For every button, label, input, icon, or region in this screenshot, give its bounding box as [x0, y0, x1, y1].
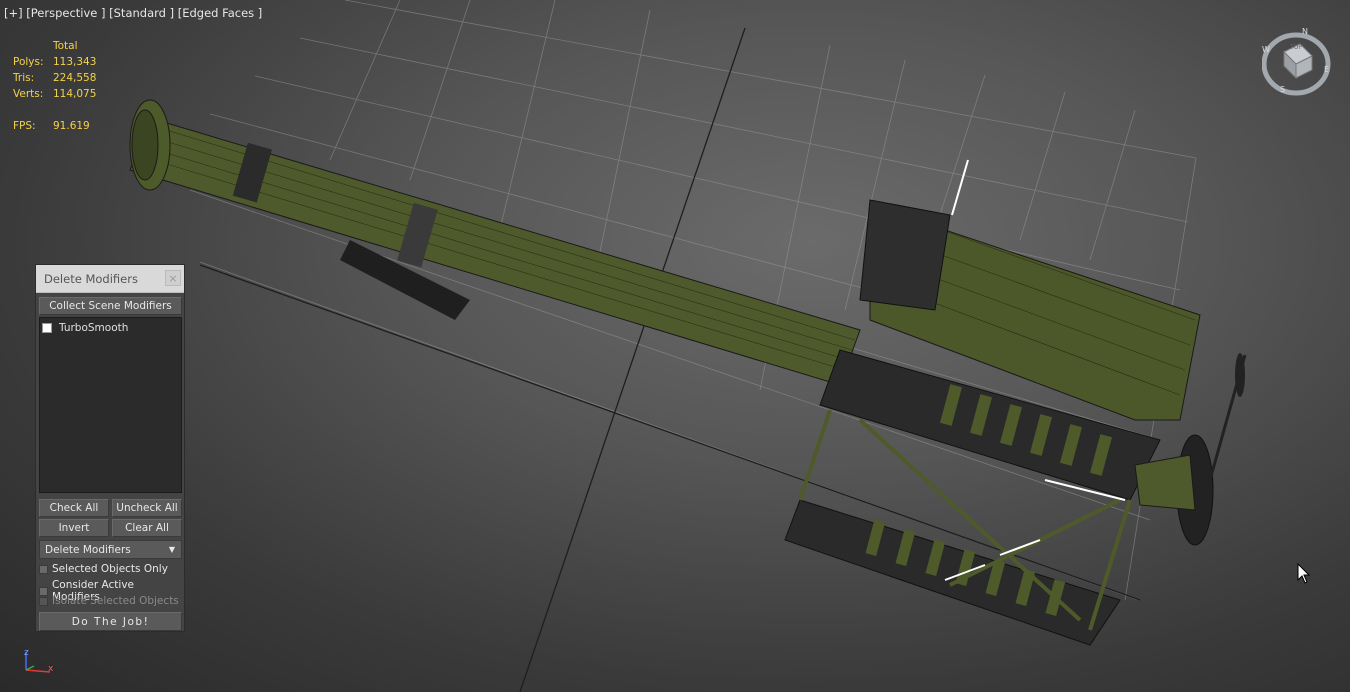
- delete-modifiers-dialog: Delete Modifiers × Collect Scene Modifie…: [35, 264, 185, 632]
- stats-row-fps: FPS: 91.619: [13, 118, 96, 134]
- axis-tripod-icon: z x: [20, 646, 60, 678]
- chevron-down-icon: ▼: [168, 545, 175, 554]
- fps-value: 91.619: [53, 120, 90, 132]
- stats-value: 114,075: [53, 88, 97, 100]
- viewcube-east[interactable]: E: [1324, 65, 1329, 74]
- isolate-selected-objects-checkbox: Isolate Selected Objects: [39, 595, 179, 607]
- checkbox-box: [39, 596, 48, 606]
- viewcube-west[interactable]: W: [1262, 45, 1270, 54]
- selected-objects-only-checkbox[interactable]: Selected Objects Only: [39, 563, 168, 575]
- stats-value: 224,558: [53, 72, 97, 84]
- stats-label: Tris:: [13, 72, 35, 84]
- checkbox-label: Selected Objects Only: [52, 563, 168, 575]
- uncheck-all-button[interactable]: Uncheck All: [112, 499, 182, 517]
- viewcube-south[interactable]: S: [1280, 85, 1285, 94]
- check-all-button[interactable]: Check All: [39, 499, 109, 517]
- stats-row-polys: Polys: 113,343: [13, 54, 96, 70]
- fps-label: FPS:: [13, 120, 36, 132]
- axis-x-label: x: [48, 664, 54, 674]
- mode-select[interactable]: Delete Modifiers ▼: [39, 540, 182, 559]
- axis-z-label: z: [24, 648, 29, 658]
- dialog-titlebar[interactable]: Delete Modifiers ×: [36, 265, 184, 293]
- stats-row-verts: Verts: 114,075: [13, 86, 96, 102]
- modifier-list[interactable]: TurboSmooth: [39, 317, 182, 493]
- checkbox-box[interactable]: [39, 564, 48, 574]
- viewport-scene: [129, 0, 1247, 692]
- viewcube-top-label[interactable]: TOP: [1290, 44, 1302, 51]
- viewcube-north[interactable]: N: [1302, 27, 1308, 36]
- statistics-overlay: Total Polys: 113,343 Tris: 224,558 Verts…: [13, 38, 96, 134]
- perspective-viewport[interactable]: [+] [Perspective ] [Standard ] [Edged Fa…: [0, 0, 1350, 692]
- list-item-checkbox[interactable]: [42, 322, 52, 333]
- stats-label: Verts:: [13, 88, 44, 100]
- stats-row-tris: Tris: 224,558: [13, 70, 96, 86]
- clear-all-button[interactable]: Clear All: [112, 519, 182, 537]
- mouse-cursor-icon: [1297, 563, 1311, 584]
- checkbox-label: Isolate Selected Objects: [52, 595, 179, 607]
- list-item[interactable]: TurboSmooth: [40, 320, 181, 335]
- do-the-job-button[interactable]: Do The Job!: [39, 612, 182, 631]
- stats-header: Total: [53, 40, 78, 52]
- viewport-label-menu[interactable]: [+] [Perspective ] [Standard ] [Edged Fa…: [4, 6, 262, 20]
- mode-select-value: Delete Modifiers: [45, 543, 131, 556]
- close-icon[interactable]: ×: [165, 270, 181, 286]
- collect-scene-modifiers-button[interactable]: Collect Scene Modifiers: [39, 297, 182, 315]
- list-item-label: TurboSmooth: [59, 321, 129, 334]
- stats-value: 113,343: [53, 56, 97, 68]
- invert-button[interactable]: Invert: [39, 519, 109, 537]
- stats-label: Polys:: [13, 56, 44, 68]
- launcher-model: [129, 99, 1247, 646]
- dialog-title: Delete Modifiers: [44, 271, 138, 286]
- viewcube[interactable]: TOP N E S W: [1261, 27, 1332, 100]
